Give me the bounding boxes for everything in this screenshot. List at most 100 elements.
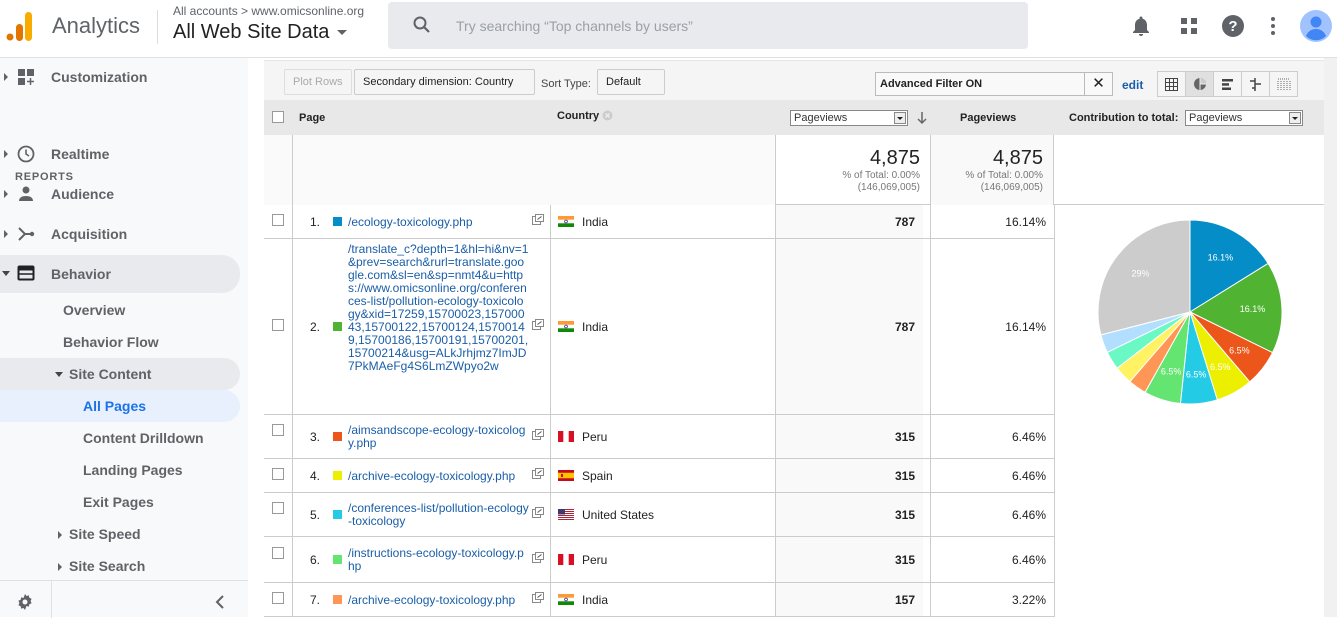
help-icon[interactable]: ?: [1221, 14, 1245, 38]
row-checkbox[interactable]: [272, 502, 284, 514]
country-value: United States: [582, 508, 655, 522]
apps-grid-icon[interactable]: [1177, 14, 1201, 38]
sidebar-footer: [0, 580, 248, 618]
column-header-pageviews[interactable]: Pageviews: [960, 112, 1016, 124]
table-grid-icon: [1165, 77, 1178, 91]
table-row: 5. /conferences-list/pollution-ecology-to…: [264, 493, 1054, 537]
edit-filter-link[interactable]: edit: [1122, 78, 1143, 92]
settings-gear-icon[interactable]: [16, 593, 34, 611]
collapse-arrow-icon: [55, 372, 63, 377]
data-table-view-button[interactable]: [1158, 72, 1186, 96]
row-number: 6.: [309, 553, 320, 567]
page-link[interactable]: /ecology-toxicology.php: [348, 216, 530, 229]
row-checkbox[interactable]: [272, 468, 284, 480]
clock-icon: [17, 145, 35, 163]
row-checkbox[interactable]: [272, 424, 284, 436]
sort-type-dropdown[interactable]: Default: [597, 69, 665, 109]
sidebar-item-all-pages[interactable]: All Pages: [0, 390, 240, 422]
open-external-link-icon[interactable]: [532, 319, 544, 330]
notifications-bell-icon[interactable]: [1129, 14, 1153, 38]
sidebar-item-overview[interactable]: Overview: [0, 294, 240, 326]
series-color-swatch: [333, 595, 342, 604]
pageviews-text: 315: [894, 469, 915, 483]
open-external-link-icon[interactable]: [532, 592, 544, 603]
row-checkbox[interactable]: [272, 592, 284, 604]
sidebar-item-exit-pages[interactable]: Exit Pages: [0, 486, 240, 518]
sidebar-item-behavior[interactable]: Behavior: [0, 255, 240, 293]
flag-india-icon: [558, 594, 574, 605]
sidebar-item-label: Customization: [51, 69, 148, 85]
page-scrollbar[interactable]: [1324, 58, 1337, 617]
open-external-link-icon[interactable]: [532, 214, 544, 225]
secondary-dimension-dropdown[interactable]: Secondary dimension: Country: [354, 69, 535, 109]
page-link[interactable]: /archive-ecology-toxicology.php: [348, 594, 530, 607]
account-avatar-icon[interactable]: [1300, 10, 1332, 42]
bar-chart-icon: [1222, 78, 1233, 90]
sort-descending-arrow-icon[interactable]: [916, 111, 928, 125]
sidebar-item-label: Acquisition: [51, 226, 128, 242]
cell-divider: [550, 537, 551, 582]
sidebar-item-behavior-flow[interactable]: Behavior Flow: [0, 326, 240, 358]
cell-divider: [550, 583, 551, 616]
open-external-link-icon[interactable]: [532, 552, 544, 563]
contribution-select[interactable]: Pageviews: [1185, 110, 1303, 126]
row-checkbox[interactable]: [272, 319, 284, 331]
page-link[interactable]: /translate_c?depth=1&hl=hi&nv=1&prev=sea…: [348, 243, 530, 373]
table-header: Page Country Pageviews Pageviews Contrib…: [264, 100, 1324, 135]
clear-filter-icon[interactable]: ✕: [1084, 73, 1112, 95]
totals-row: 4,875 % of Total: 0.00% (146,069,005) 4,…: [264, 135, 1324, 205]
collapse-sidebar-chevron-icon[interactable]: [214, 595, 226, 609]
account-breadcrumb[interactable]: All accounts > www.omicsonline.org: [173, 4, 364, 18]
sidebar-item-customization[interactable]: Customization: [0, 59, 240, 95]
comparison-view-button[interactable]: [1242, 72, 1270, 96]
acquisition-icon: [18, 227, 35, 241]
performance-view-button[interactable]: [1214, 72, 1242, 96]
term-cloud-view-button[interactable]: [1270, 72, 1297, 96]
sidebar-item-acquisition[interactable]: Acquisition: [0, 216, 240, 252]
sidebar-item-site-speed[interactable]: Site Speed: [0, 518, 240, 550]
pageviews-text: 157: [894, 593, 915, 607]
pageviews-percent: 6.46%: [1011, 430, 1046, 444]
select-all-checkbox[interactable]: [272, 111, 284, 123]
sidebar-item-label: Site Search: [69, 558, 146, 574]
sidebar-item-audience[interactable]: Audience: [0, 176, 240, 212]
cell-divider: [292, 493, 293, 536]
column-header-page[interactable]: Page: [299, 112, 325, 124]
pageviews-text: 787: [894, 215, 915, 229]
sidebar-item-landing-pages[interactable]: Landing Pages: [0, 454, 240, 486]
table-row: 3. /aimsandscope-ecology-toxicology.php Pe…: [264, 415, 1054, 459]
open-external-link-icon[interactable]: [532, 507, 544, 518]
row-checkbox[interactable]: [272, 547, 284, 559]
metric-select[interactable]: Pageviews: [790, 110, 908, 126]
series-color-swatch: [333, 217, 342, 226]
remove-dimension-icon[interactable]: [602, 110, 613, 121]
row-number: 5.: [309, 508, 320, 522]
row-checkbox[interactable]: [272, 214, 284, 226]
percentage-pie-view-button[interactable]: [1186, 72, 1214, 96]
advanced-filter-field[interactable]: Advanced Filter ON ✕: [875, 72, 1113, 96]
sidebar-item-content-drilldown[interactable]: Content Drilldown: [0, 422, 240, 454]
page-link[interactable]: /aimsandscope-ecology-toxicology.php: [348, 424, 530, 450]
sidebar-item-site-search[interactable]: Site Search: [0, 550, 240, 582]
sidebar-item-site-content[interactable]: Site Content: [0, 358, 240, 390]
cell-divider: [550, 205, 551, 238]
view-selector[interactable]: All Web Site Data: [173, 21, 348, 44]
report-toolbar: Plot Rows Secondary dimension: Country S…: [264, 60, 1324, 109]
plot-rows-button[interactable]: Plot Rows: [284, 69, 352, 95]
sidebar-item-realtime[interactable]: Realtime: [0, 136, 240, 172]
sort-type-label: Sort Type:: [541, 78, 591, 90]
search-bar[interactable]: Try searching “Top channels by users”: [388, 2, 1028, 49]
dropdown-arrow-icon: [894, 112, 906, 124]
sidebar-item-label: Behavior Flow: [63, 334, 159, 350]
column-header-country[interactable]: Country: [557, 110, 613, 122]
pageviews-value: 157: [776, 583, 923, 616]
page-link[interactable]: /conferences-list/pollution-ecology-toxi…: [348, 502, 530, 528]
page-link[interactable]: /instructions-ecology-toxicology.php: [348, 547, 530, 573]
flag-usa-icon: [558, 509, 574, 520]
customization-icon: [18, 69, 34, 85]
open-external-link-icon[interactable]: [532, 429, 544, 440]
page-link[interactable]: /archive-ecology-toxicology.php: [348, 470, 530, 483]
series-color-swatch: [333, 432, 342, 441]
open-external-link-icon[interactable]: [532, 468, 544, 479]
more-vert-icon[interactable]: [1261, 14, 1285, 38]
